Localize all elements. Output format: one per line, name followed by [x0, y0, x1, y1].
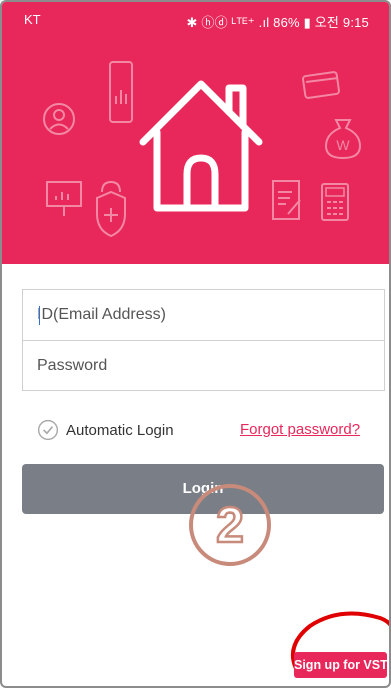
hero-banner: KT ✱ ⓗⓓ ᴸᵀᴱ⁺ .ıl 86% ▮ 오전 9:15 W	[2, 2, 389, 264]
annotation-number-badge: 2	[189, 484, 271, 566]
presentation-icon	[46, 181, 82, 216]
automatic-login-label: Automatic Login	[66, 422, 174, 439]
check-circle-icon	[37, 419, 59, 441]
calculator-icon	[321, 183, 349, 221]
text-caret	[39, 306, 40, 325]
login-form	[22, 289, 385, 391]
house-icon	[139, 80, 263, 212]
phone-screen: KT ✱ ⓗⓓ ᴸᵀᴱ⁺ .ıl 86% ▮ 오전 9:15 W ID(Emai…	[0, 0, 391, 688]
password-input[interactable]	[37, 341, 367, 391]
password-row	[23, 340, 384, 391]
status-indicators: ✱ ⓗⓓ ᴸᵀᴱ⁺ .ıl 86% ▮ 오전 9:15	[186, 15, 369, 30]
card-icon	[302, 71, 340, 99]
status-bar: KT ✱ ⓗⓓ ᴸᵀᴱ⁺ .ıl 86% ▮ 오전 9:15	[2, 2, 389, 36]
forgot-password-link[interactable]: Forgot password?	[240, 421, 360, 438]
email-input[interactable]	[37, 290, 367, 340]
phone-chart-icon	[109, 61, 133, 123]
lock-shield-icon	[96, 180, 126, 238]
signup-button[interactable]: Sign up for VST	[294, 652, 388, 678]
id-row	[23, 290, 384, 340]
carrier-label: KT	[24, 12, 41, 27]
svg-text:W: W	[336, 137, 350, 153]
annotation-number: 2	[215, 496, 245, 555]
money-bag-icon: W	[324, 119, 362, 160]
clipboard-icon	[272, 180, 301, 220]
user-icon	[43, 103, 75, 135]
